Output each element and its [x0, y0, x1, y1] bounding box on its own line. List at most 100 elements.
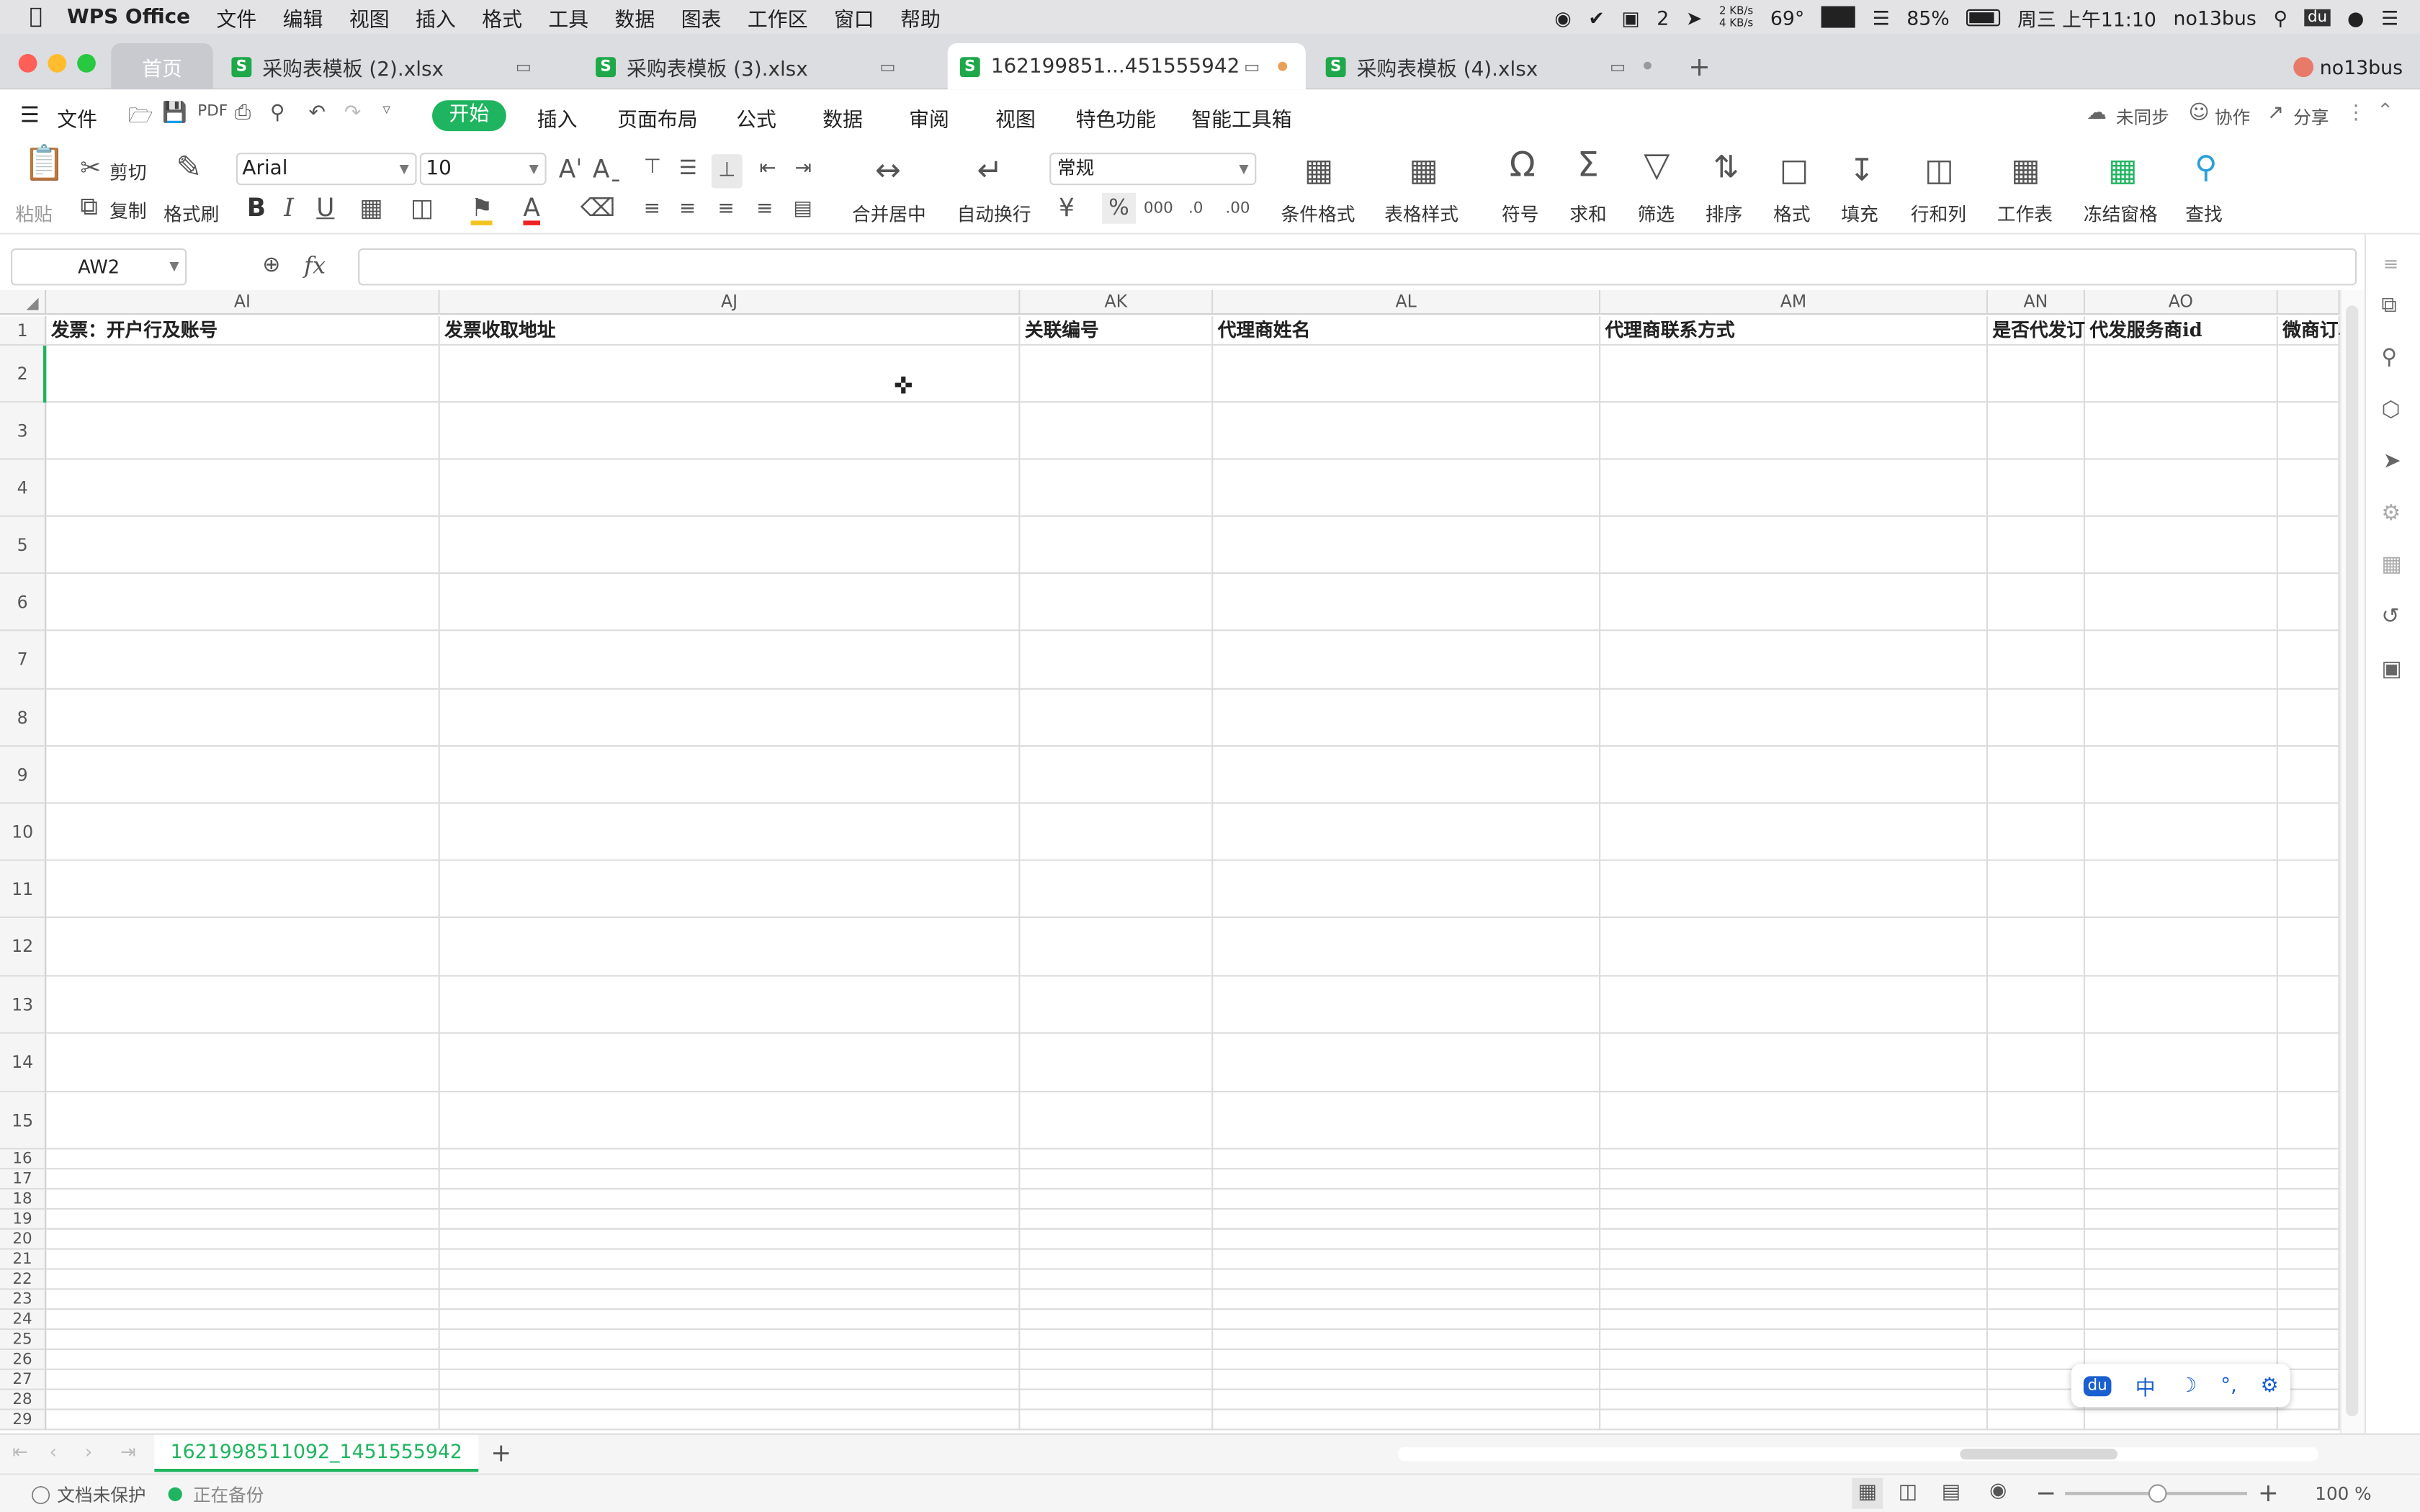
tab-file-4[interactable]: S 采购表模板 (4).xlsx ▭	[1314, 43, 1672, 89]
horizontal-scroll-thumb[interactable]	[1960, 1449, 2118, 1460]
column-header[interactable]: AK	[1020, 289, 1214, 315]
apple-icon[interactable]: 	[30, 4, 42, 29]
symbol-icon[interactable]: Ω	[1510, 149, 1536, 183]
sort-button[interactable]: 排序	[1706, 201, 1742, 227]
menubar-user[interactable]: no13bus	[2173, 6, 2256, 29]
conditional-format-button[interactable]: 条件格式	[1281, 201, 1355, 227]
find-button[interactable]: 查找	[2185, 201, 2222, 227]
table-style-button[interactable]: 表格样式	[1384, 201, 1458, 227]
align-bottom-icon[interactable]: ⊥	[711, 154, 743, 189]
header-cell[interactable]: 关联编号	[1020, 316, 1213, 346]
header-cell[interactable]: 发票：开户行及账号	[46, 316, 439, 346]
align-middle-icon[interactable]: ☰	[679, 158, 697, 182]
print-icon[interactable]: ⎙	[235, 102, 251, 125]
column-header[interactable]: AI	[46, 289, 440, 315]
border-icon[interactable]: ▦	[359, 195, 382, 220]
underline-icon[interactable]: U	[316, 195, 334, 220]
quick-access-chevron-icon[interactable]: ▿	[382, 102, 390, 119]
monitor-icon[interactable]: ▭	[1244, 56, 1260, 76]
worksheet-button[interactable]: 工作表	[1997, 201, 2053, 227]
zoom-out-button[interactable]: −	[2035, 1478, 2056, 1508]
menu-help[interactable]: 帮助	[900, 2, 941, 32]
increase-font-icon[interactable]: Aˈ	[559, 156, 583, 182]
column-header[interactable]: AO	[2085, 289, 2278, 315]
copy-button[interactable]: 复制	[109, 197, 146, 223]
formula-input[interactable]	[358, 248, 2357, 286]
column-header[interactable]: AM	[1600, 289, 1988, 315]
sum-button[interactable]: 求和	[1569, 201, 1606, 227]
fx-button[interactable]: fx	[304, 251, 326, 279]
send-icon[interactable]: ➤	[1686, 6, 1702, 29]
row-header[interactable]: 9	[0, 747, 47, 804]
zoom-in-button[interactable]: +	[2258, 1478, 2279, 1508]
menu-file[interactable]: 文件	[217, 2, 257, 32]
decimal-increase-icon[interactable]: .0	[1188, 197, 1203, 222]
record-icon[interactable]: ◉	[1554, 6, 1571, 29]
tab-file-2[interactable]: S 采购表模板 (3).xlsx ▭	[583, 43, 936, 89]
monitor-icon[interactable]: ▭	[1610, 56, 1626, 76]
decimal-decrease-icon[interactable]: .00	[1225, 197, 1250, 222]
monitor-icon[interactable]: ▭	[879, 56, 895, 76]
menu-workspace[interactable]: 工作区	[748, 2, 808, 32]
zoom-slider[interactable]	[2065, 1484, 2247, 1503]
row-header[interactable]: 11	[0, 860, 47, 918]
find-icon[interactable]: ⚲	[2195, 151, 2217, 182]
merge-center-icon[interactable]: ↔	[875, 154, 901, 185]
minimize-window-button[interactable]	[48, 54, 67, 73]
menu-format[interactable]: 格式	[482, 2, 522, 32]
unsync-button[interactable]: 未同步	[2116, 105, 2169, 130]
copy-icon[interactable]: ⧉	[80, 194, 98, 219]
shapes-icon[interactable]: ⧉	[2381, 293, 2396, 318]
row-header[interactable]: 16	[0, 1149, 47, 1170]
share-button[interactable]: 分享	[2293, 105, 2329, 130]
row-header[interactable]: 21	[0, 1249, 47, 1270]
thousands-icon[interactable]: 000	[1144, 197, 1173, 222]
conditional-format-icon[interactable]: ▦	[1304, 154, 1334, 185]
sheet-tab-active[interactable]: 1621998511092_1451555942	[154, 1434, 479, 1472]
row-header[interactable]: 7	[0, 631, 47, 690]
percent-icon[interactable]: %	[1102, 192, 1137, 224]
align-top-icon[interactable]: ⊤	[644, 156, 661, 180]
zoom-formula-icon[interactable]: ⊕	[262, 253, 280, 277]
tab-smart-tools[interactable]: 智能工具箱	[1191, 104, 1291, 132]
backup-status[interactable]: 正在备份	[193, 1482, 264, 1507]
freeze-icon[interactable]: ▦	[2108, 154, 2138, 185]
menu-window[interactable]: 窗口	[834, 2, 874, 32]
align-right-icon[interactable]: ≡	[717, 197, 734, 222]
sliders-icon[interactable]: ⚙	[2381, 501, 2401, 526]
tab-home[interactable]: 首页	[111, 43, 213, 90]
vertical-scroll-thumb[interactable]	[2346, 305, 2359, 1417]
tab-insert[interactable]: 插入	[537, 104, 578, 132]
wrap-text-icon[interactable]: ↵	[977, 154, 1003, 185]
next-sheet-icon[interactable]: ›	[85, 1441, 92, 1462]
row-col-icon[interactable]: ◫	[1924, 154, 1954, 185]
cursor-icon[interactable]: ➤	[2383, 449, 2401, 474]
row-header[interactable]: 5	[0, 516, 47, 575]
outdent-icon[interactable]: ⇤	[759, 158, 776, 182]
font-color-icon[interactable]: A	[523, 195, 540, 225]
page-break-view-icon[interactable]: ▤	[1942, 1481, 1960, 1504]
tab-file-active[interactable]: S 162199851...451555942 ▭	[947, 43, 1306, 90]
row-header[interactable]: 29	[0, 1410, 47, 1431]
monitor-icon[interactable]: ▭	[516, 56, 532, 76]
row-header[interactable]: 3	[0, 402, 47, 460]
zoom-level[interactable]: 100 %	[2315, 1482, 2371, 1504]
format-button[interactable]: 格式	[1773, 201, 1810, 227]
row-header[interactable]: 15	[0, 1092, 47, 1150]
table-style-icon[interactable]: ▦	[1409, 154, 1438, 185]
row-header[interactable]: 6	[0, 574, 47, 631]
tab-start[interactable]: 开始	[432, 100, 506, 132]
close-window-button[interactable]	[18, 54, 37, 73]
first-sheet-icon[interactable]: ⇤	[12, 1441, 28, 1462]
distribute-icon[interactable]: ▤	[793, 197, 812, 222]
fill-icon[interactable]: ↧	[1849, 154, 1875, 185]
siri-icon[interactable]: ●	[2347, 6, 2364, 29]
account-avatar[interactable]	[2293, 57, 2314, 78]
fill-color-icon[interactable]: ⚑	[470, 195, 493, 225]
row-header[interactable]: 10	[0, 804, 47, 861]
column-header[interactable]: AJ	[439, 289, 1021, 315]
prev-sheet-icon[interactable]: ‹	[50, 1441, 57, 1462]
filter-button[interactable]: 筛选	[1638, 201, 1675, 227]
page-layout-view-icon[interactable]: ◫	[1899, 1481, 1917, 1504]
tab-data[interactable]: 数据	[823, 104, 863, 132]
